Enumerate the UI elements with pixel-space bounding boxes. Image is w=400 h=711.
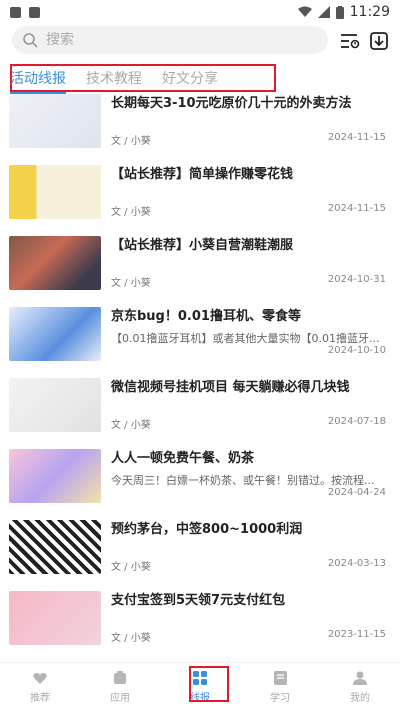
nav-recommend[interactable]: 推荐 [0, 663, 80, 711]
list-item[interactable]: 微信视频号挂机项目 每天躺赚必得几块钱 文 / 小葵 2024-07-18 [0, 378, 400, 448]
article-date: 2024-10-10 [327, 345, 386, 356]
article-title: 京东bug！0.01撸耳机、零食等 [111, 309, 301, 324]
filter-list-button[interactable] [339, 30, 361, 52]
article-author: 文 / 小葵 [111, 562, 151, 573]
wifi-icon [297, 6, 312, 17]
article-thumbnail [9, 378, 101, 432]
list-item[interactable]: 支付宝签到5天领7元支付红包 文 / 小葵 2023-11-15 [0, 591, 400, 661]
filter-list-icon [341, 34, 360, 49]
article-title: 微信视频号挂机项目 每天躺赚必得几块钱 [111, 380, 350, 395]
nav-label: 应用 [110, 693, 130, 704]
tab-tutorial[interactable]: 技术教程 [86, 68, 142, 88]
article-author: 文 / 小葵 [111, 633, 151, 644]
article-thumbnail [9, 591, 101, 645]
article-date: 2024-11-15 [327, 203, 386, 214]
nav-mine[interactable]: 我的 [320, 663, 400, 711]
heart-icon [32, 670, 48, 686]
article-title: 人人一顿免费午餐、奶茶 [111, 451, 255, 466]
category-tabs: 活动线报 技术教程 好文分享 [10, 64, 276, 94]
battery-icon [335, 5, 344, 19]
article-thumbnail [9, 520, 101, 574]
article-title: 长期每天3-10元吃原价几十元的外卖方法 [111, 96, 352, 111]
download-button[interactable] [368, 30, 390, 52]
tab-articles[interactable]: 好文分享 [162, 68, 218, 88]
list-item[interactable]: 人人一顿免费午餐、奶茶 今天周三！白嫖一杯奶茶、或午餐！别错过。按流程... 2… [0, 449, 400, 519]
nav-label: 推荐 [30, 693, 50, 704]
article-date: 2024-03-13 [327, 558, 386, 569]
list-item[interactable]: 预约茅台，中签800~1000利润 文 / 小葵 2024-03-13 [0, 520, 400, 590]
status-bar: 11:29 [0, 0, 400, 24]
nav-highlight-box [189, 666, 229, 702]
article-thumbnail [9, 307, 101, 361]
download-icon [370, 32, 388, 50]
article-title: 支付宝签到5天领7元支付红包 [111, 593, 286, 608]
list-item[interactable]: 【站长推荐】简单操作赚零花钱 文 / 小葵 2024-11-15 [0, 165, 400, 235]
app-notification-icon [29, 6, 40, 18]
nav-apps[interactable]: 应用 [80, 663, 160, 711]
article-author: 文 / 小葵 [111, 278, 151, 289]
signal-icon [317, 6, 330, 18]
article-thumbnail [9, 236, 101, 290]
article-date: 2023-11-15 [327, 629, 386, 640]
article-thumbnail [9, 449, 101, 503]
article-title: 【站长推荐】小葵自营潮鞋潮服 [111, 238, 294, 253]
search-input[interactable] [46, 32, 296, 48]
article-thumbnail [9, 94, 101, 148]
article-date: 2024-04-24 [327, 487, 386, 498]
article-date: 2024-11-15 [327, 132, 386, 143]
tab-activity[interactable]: 活动线报 [10, 68, 66, 94]
article-author: 文 / 小葵 [111, 207, 151, 218]
nav-label: 学习 [270, 693, 290, 704]
article-date: 2024-10-31 [327, 274, 386, 285]
article-author: 文 / 小葵 [111, 136, 151, 147]
search-box[interactable] [12, 26, 328, 54]
article-title: 预约茅台，中签800~1000利润 [111, 522, 303, 537]
article-title: 【站长推荐】简单操作赚零花钱 [111, 167, 294, 182]
user-icon [352, 670, 368, 686]
notification-icon [10, 6, 21, 18]
article-date: 2024-07-18 [327, 416, 386, 427]
book-icon [272, 670, 288, 686]
nav-learn[interactable]: 学习 [240, 663, 320, 711]
list-item[interactable]: 长期每天3-10元吃原价几十元的外卖方法 文 / 小葵 2024-11-15 [0, 94, 400, 164]
app-icon [112, 670, 128, 686]
search-row [0, 26, 400, 56]
article-thumbnail [9, 165, 101, 219]
nav-label: 我的 [350, 693, 370, 704]
list-item[interactable]: 京东bug！0.01撸耳机、零食等 【0.01撸蓝牙耳机】或者其他大量实物【0.… [0, 307, 400, 377]
list-item[interactable]: 【站长推荐】小葵自营潮鞋潮服 文 / 小葵 2024-10-31 [0, 236, 400, 306]
article-author: 文 / 小葵 [111, 420, 151, 431]
status-time: 11:29 [349, 4, 390, 20]
search-icon [23, 33, 38, 48]
